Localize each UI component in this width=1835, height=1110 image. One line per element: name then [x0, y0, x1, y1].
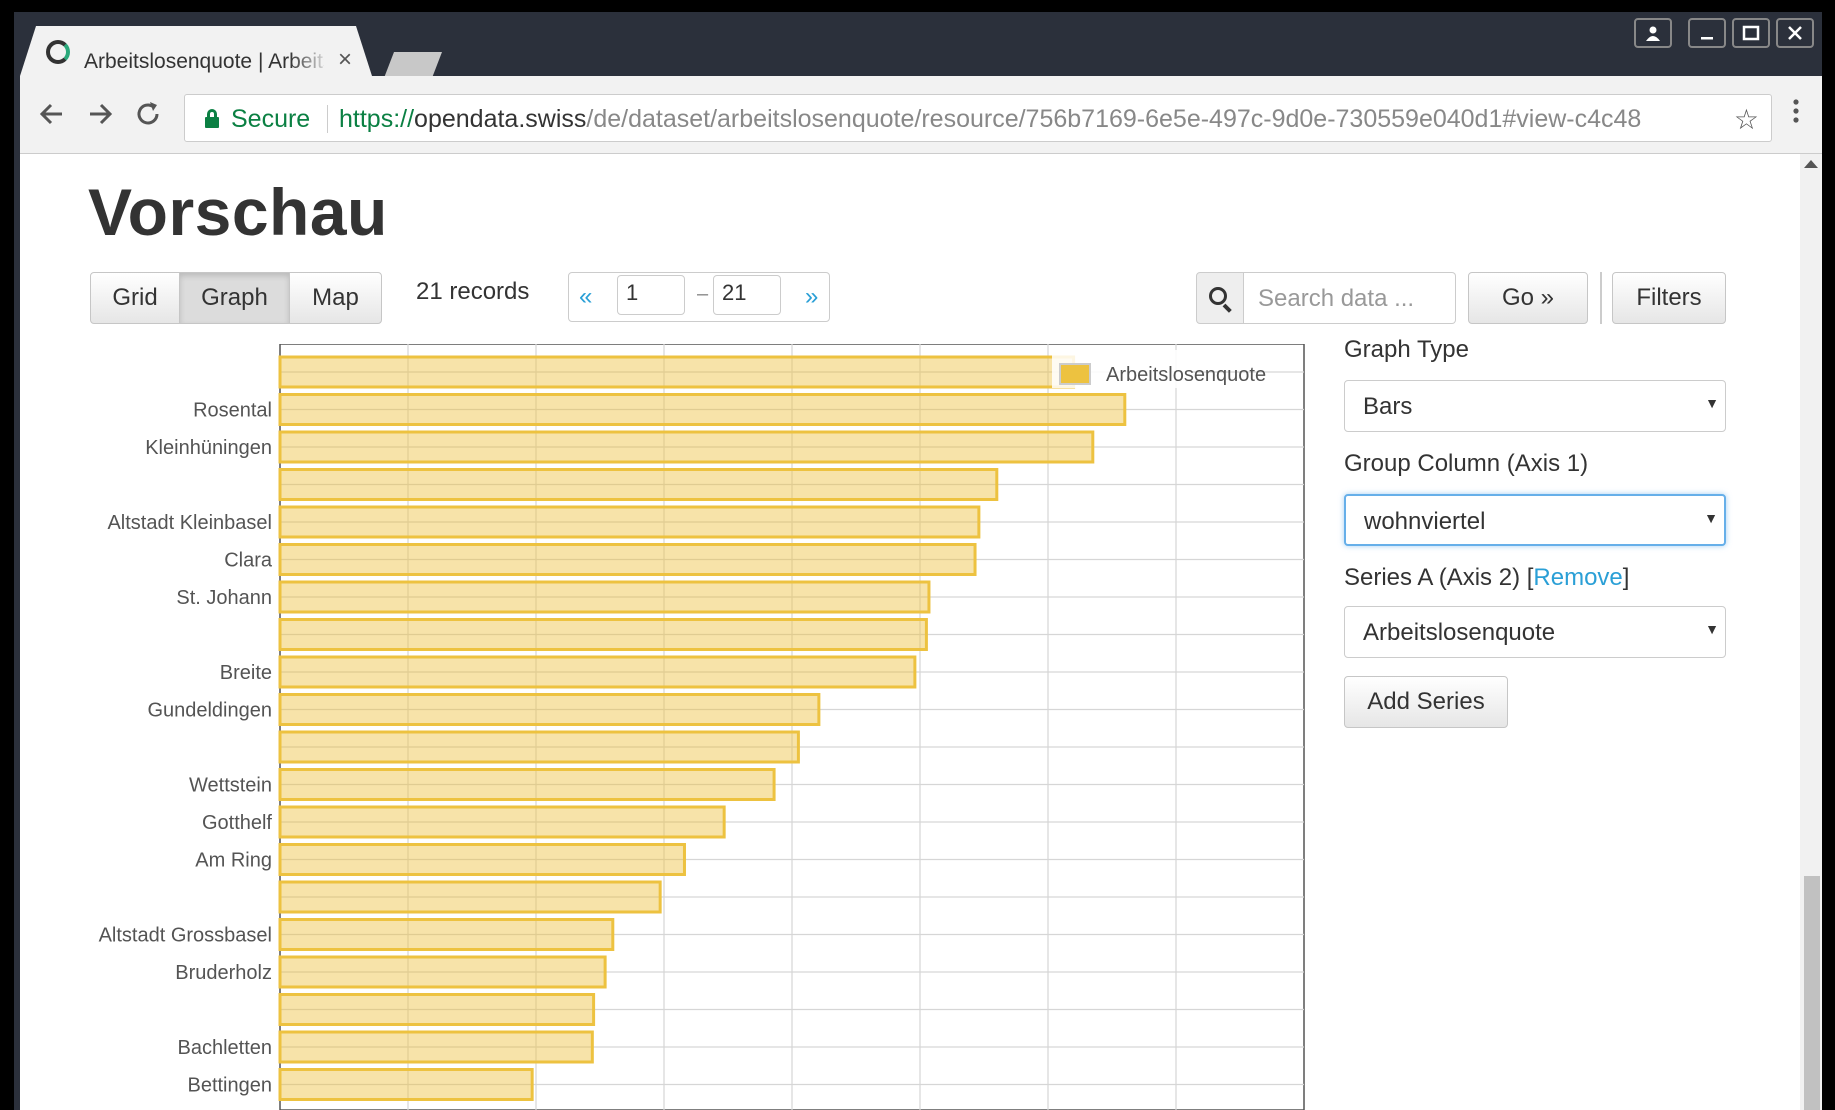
- lock-icon: [205, 109, 219, 128]
- page-scrollbar[interactable]: [1800, 154, 1822, 1110]
- bar: [278, 768, 776, 801]
- remove-series-link[interactable]: Remove: [1533, 564, 1622, 591]
- bar: [278, 993, 596, 1026]
- address-bar[interactable]: Secure https://opendata.swiss/de/dataset…: [184, 94, 1772, 142]
- category-label: Bruderholz: [175, 962, 272, 984]
- series-select[interactable]: Arbeitslosenquote ▼: [1344, 606, 1726, 658]
- pager-next-button[interactable]: »: [805, 283, 818, 311]
- pager: « 1 – 21 »: [568, 272, 830, 322]
- add-series-button[interactable]: Add Series: [1344, 676, 1508, 728]
- graph-view-button[interactable]: Graph: [179, 272, 290, 324]
- bar: [278, 955, 607, 989]
- category-label: Breite: [220, 662, 272, 684]
- category-label: Wettstein: [189, 775, 272, 797]
- bar: [278, 880, 662, 914]
- bar: [278, 918, 615, 951]
- go-button[interactable]: Go »: [1468, 272, 1588, 324]
- pager-from-input[interactable]: 1: [617, 275, 685, 315]
- caret-down-icon: ▼: [1705, 395, 1719, 411]
- series-label: Series A (Axis 2) [Remove]: [1344, 564, 1630, 591]
- bar: [278, 1068, 534, 1101]
- url-text[interactable]: https://opendata.swiss/de/dataset/arbeit…: [339, 105, 1709, 134]
- forward-icon[interactable]: [86, 100, 114, 134]
- reload-icon[interactable]: [134, 100, 162, 134]
- category-label: Clara: [224, 550, 273, 572]
- search-icon: [1196, 272, 1244, 324]
- bar: [278, 693, 821, 726]
- caret-down-icon: ▼: [1705, 621, 1719, 637]
- tab-title: Arbeitslosenquote | Arbeitslosenquote: [84, 50, 324, 73]
- graph-type-label: Graph Type: [1344, 336, 1469, 363]
- record-count: 21 records: [416, 278, 530, 305]
- grid-view-button[interactable]: Grid: [90, 272, 180, 324]
- bar: [278, 393, 1127, 426]
- bookmark-star-icon[interactable]: ☆: [1734, 103, 1759, 136]
- scrollbar-thumb[interactable]: [1804, 876, 1820, 1110]
- bar-chart: Rosental Kleinhüningen Altstadt Kleinbasel…: [99, 344, 1305, 1110]
- bar: [278, 843, 686, 876]
- bar: [278, 468, 999, 501]
- tab-close-icon[interactable]: ×: [338, 48, 352, 72]
- category-label: Bachletten: [177, 1037, 272, 1059]
- category-label: St. Johann: [176, 587, 272, 609]
- category-label: Altstadt Grossbasel: [99, 925, 272, 947]
- category-label: Altstadt Kleinbasel: [107, 512, 272, 534]
- menu-kebab-icon[interactable]: [1792, 98, 1800, 130]
- group-column-label: Group Column (Axis 1): [1344, 450, 1589, 477]
- minimize-icon[interactable]: [1688, 18, 1726, 48]
- back-icon[interactable]: [38, 100, 66, 134]
- maximize-icon[interactable]: [1732, 18, 1770, 48]
- bar: [278, 730, 800, 764]
- legend-label: Arbeitslosenquote: [1106, 364, 1266, 386]
- filters-button[interactable]: Filters: [1612, 272, 1726, 324]
- category-label: Rosental: [193, 400, 272, 422]
- new-tab-button[interactable]: [384, 52, 442, 78]
- browser-toolbar: Secure https://opendata.swiss/de/dataset…: [20, 76, 1822, 154]
- close-window-icon[interactable]: [1776, 18, 1814, 48]
- map-view-button[interactable]: Map: [289, 272, 382, 324]
- pager-to-input[interactable]: 21: [713, 275, 781, 315]
- category-label: Gotthelf: [202, 812, 272, 834]
- scroll-up-arrow-icon[interactable]: [1804, 160, 1818, 168]
- group-column-select[interactable]: wohnviertel ▼: [1344, 494, 1726, 546]
- page-title: Vorschau: [88, 175, 388, 249]
- legend-swatch: [1059, 363, 1091, 385]
- category-label: Bettingen: [187, 1075, 272, 1097]
- search-input[interactable]: Search data ...: [1244, 272, 1456, 324]
- bar: [278, 580, 931, 614]
- bar: [278, 543, 977, 576]
- category-label: Gundeldingen: [147, 700, 272, 722]
- pager-prev-button[interactable]: «: [579, 283, 592, 311]
- profile-icon[interactable]: [1634, 18, 1672, 48]
- bar: [278, 805, 726, 839]
- secure-label: Secure: [231, 105, 311, 133]
- category-label: Kleinhüningen: [145, 437, 272, 459]
- bar: [278, 618, 928, 651]
- bar: [278, 655, 917, 689]
- page-content: Vorschau Grid Graph Map 21 records « 1 –…: [20, 154, 1800, 1110]
- bar: [278, 1030, 594, 1064]
- graph-type-select[interactable]: Bars ▼: [1344, 380, 1726, 432]
- category-label: Am Ring: [195, 850, 272, 872]
- bar: [278, 355, 1076, 389]
- caret-down-icon: ▼: [1704, 510, 1718, 526]
- bar: [278, 505, 981, 539]
- bar: [278, 430, 1095, 464]
- opendata-favicon-icon: [46, 40, 70, 64]
